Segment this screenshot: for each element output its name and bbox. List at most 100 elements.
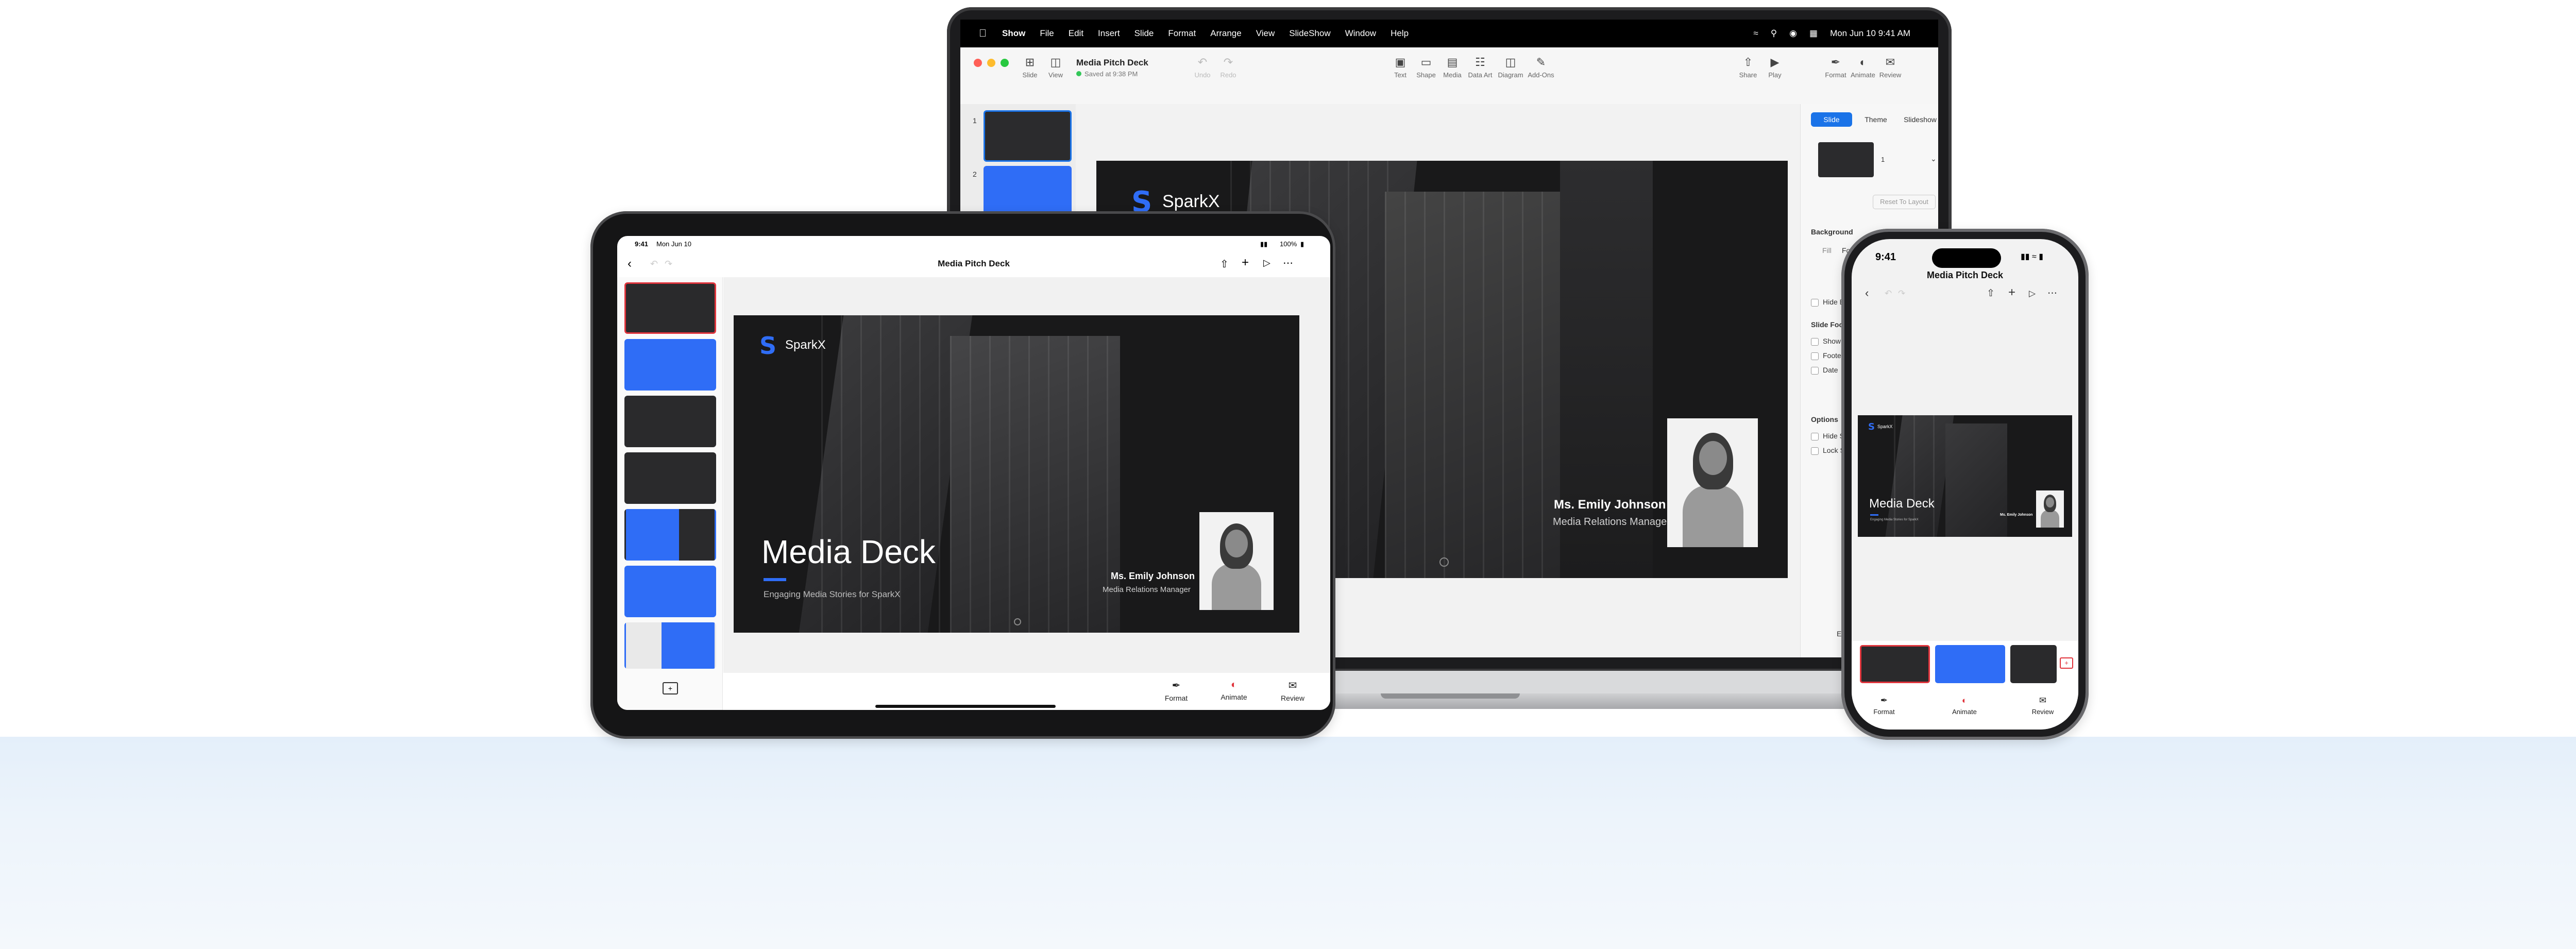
share-icon[interactable]: ⇧ [1220,258,1229,270]
tab-format[interactable]: ✒ Format [1153,679,1199,702]
menu-app[interactable]: Show [1002,28,1025,39]
iphone-slide[interactable]: S SparkX Media Deck Engaging Media Stori… [1858,415,2072,537]
tab-review[interactable]: ✉ Review [2020,696,2066,716]
slide-thumbnail-2[interactable] [984,166,1072,217]
format-brush-icon: ✒ [1831,56,1841,69]
menu-arrange[interactable]: Arrange [1210,28,1241,39]
ipad-signal-icon: ▮▮ [1260,240,1268,248]
ipad-slide[interactable]: S SparkX Media Deck Engaging Media Stori… [734,315,1299,633]
slide-thumbnail-1[interactable] [624,282,716,334]
building-windows [821,315,950,633]
home-indicator [875,705,1056,708]
minimize-window-button[interactable] [987,59,995,67]
saved-status: Saved at 9:38 PM [1076,70,1138,78]
add-ons-button[interactable]: ✎ Add-Ons [1523,56,1559,79]
slide-subtitle: Engaging Media Stories for SparkX [1870,518,1919,521]
layout-preview[interactable] [1818,142,1874,177]
tab-animate[interactable]: ◐ Animate [1211,679,1257,701]
title-accent-bar [764,578,786,581]
play-icon[interactable]: ▷ [1263,258,1270,268]
presenter-name: Ms. Emily Johnson [1111,571,1195,581]
shape-icon: ▭ [1420,56,1432,69]
slide-thumbnail-3[interactable] [624,396,716,447]
photo-face [2046,497,2054,507]
more-icon[interactable]: ⋯ [1283,257,1293,269]
slide-indicator-icon[interactable] [1014,618,1021,625]
play-button[interactable]: ▶ Play [1757,56,1793,79]
slide-thumbnail-3[interactable] [2010,645,2057,683]
background-floor [0,737,2576,949]
slide-thumbnail-1[interactable] [1860,645,1930,683]
reset-layout-button[interactable]: Reset To Layout [1873,195,1936,209]
menu-format[interactable]: Format [1168,28,1196,39]
document-title[interactable]: Media Pitch Deck [1076,58,1148,68]
ipad-time: 9:41 [635,240,649,248]
redo-icon[interactable]: ↷ [1898,289,1905,299]
slide-thumbnail-2[interactable] [624,339,716,391]
presenter-name: Ms. Emily Johnson [1554,498,1666,512]
control-center-icon[interactable]: ▦ [1809,28,1818,39]
review-button[interactable]: ✉ Review [1872,56,1908,79]
zoom-window-button[interactable] [1001,59,1009,67]
back-chevron-icon[interactable]: ‹ [1865,286,1869,300]
title-accent-bar [1870,514,1878,516]
slide-indicator-icon[interactable] [1439,557,1449,567]
menu-edit[interactable]: Edit [1069,28,1083,39]
undo-icon: ↶ [1197,56,1208,69]
close-window-button[interactable] [974,59,982,67]
presenter-photo [2036,490,2064,528]
view-button[interactable]: ◫ View [1038,56,1074,79]
chevron-down-icon[interactable]: ⌄ [1930,155,1937,163]
menu-file[interactable]: File [1040,28,1054,39]
add-slide-icon[interactable]: + [2060,657,2073,669]
add-icon[interactable]: + [2008,285,2015,300]
ipad-slide-navigator: + [617,277,723,710]
data-art-icon: ☷ [1475,56,1485,69]
redo-icon: ↷ [1223,56,1233,69]
add-icon[interactable]: + [1242,256,1249,270]
menu-view[interactable]: View [1256,28,1275,39]
slide-title: Media Deck [761,533,936,570]
tab-animate[interactable]: ◐ Animate [1941,696,1988,716]
menu-help[interactable]: Help [1391,28,1409,39]
photo-torso [1212,564,1261,610]
inspector-tab-theme[interactable]: Theme [1855,112,1896,127]
date-checkbox[interactable]: Date [1811,366,1838,375]
dynamic-island [1932,248,2001,268]
more-icon[interactable]: ⋯ [2047,287,2057,299]
presenter-name: Ms. Emily Johnson [2000,513,2033,517]
user-icon[interactable]: ◉ [1789,28,1797,39]
slide-thumbnail-6[interactable] [624,566,716,617]
ipad-date: Mon Jun 10 [656,240,691,248]
search-icon[interactable]: ⚲ [1771,28,1777,39]
iphone-document-title[interactable]: Media Pitch Deck [1852,270,2078,281]
slide-thumbnail-2[interactable] [1935,645,2005,683]
menu-window[interactable]: Window [1345,28,1376,39]
tab-review[interactable]: ✉ Review [1269,679,1316,702]
menu-slideshow[interactable]: SlideShow [1289,28,1330,39]
iphone-status-icons: ▮▮ ≈ ▮ [2021,252,2044,261]
format-icon: ✒ [1880,696,1888,705]
inspector-tab-slide[interactable]: Slide [1811,112,1852,127]
share-icon[interactable]: ⇧ [1987,287,1995,299]
media-icon: ▤ [1447,56,1458,69]
slide-thumbnail-5[interactable] [624,509,716,561]
inspector-tabs: Slide Theme Slideshow [1811,112,1938,127]
thumb-number: 2 [973,170,977,178]
tab-format[interactable]: ✒ Format [1861,696,1907,716]
wifi-icon[interactable]: ≈ [1753,28,1758,39]
slide-thumbnail-4[interactable] [624,452,716,504]
inspector-tab-slideshow[interactable]: Slideshow [1900,112,1938,127]
building [1945,423,2007,537]
slide-thumbnail-7[interactable] [624,622,716,669]
menu-slide[interactable]: Slide [1134,28,1154,39]
apple-icon[interactable]:  [979,28,987,40]
battery-icon: ▮ [1300,240,1304,248]
menu-insert[interactable]: Insert [1098,28,1120,39]
add-slide-icon[interactable]: + [663,682,678,694]
redo-button[interactable]: ↷ Redo [1210,56,1246,79]
sparkx-logo: S [759,332,777,360]
undo-icon[interactable]: ↶ [1885,289,1892,299]
slide-thumbnail-1[interactable] [984,110,1072,162]
play-icon[interactable]: ▷ [2029,289,2036,299]
